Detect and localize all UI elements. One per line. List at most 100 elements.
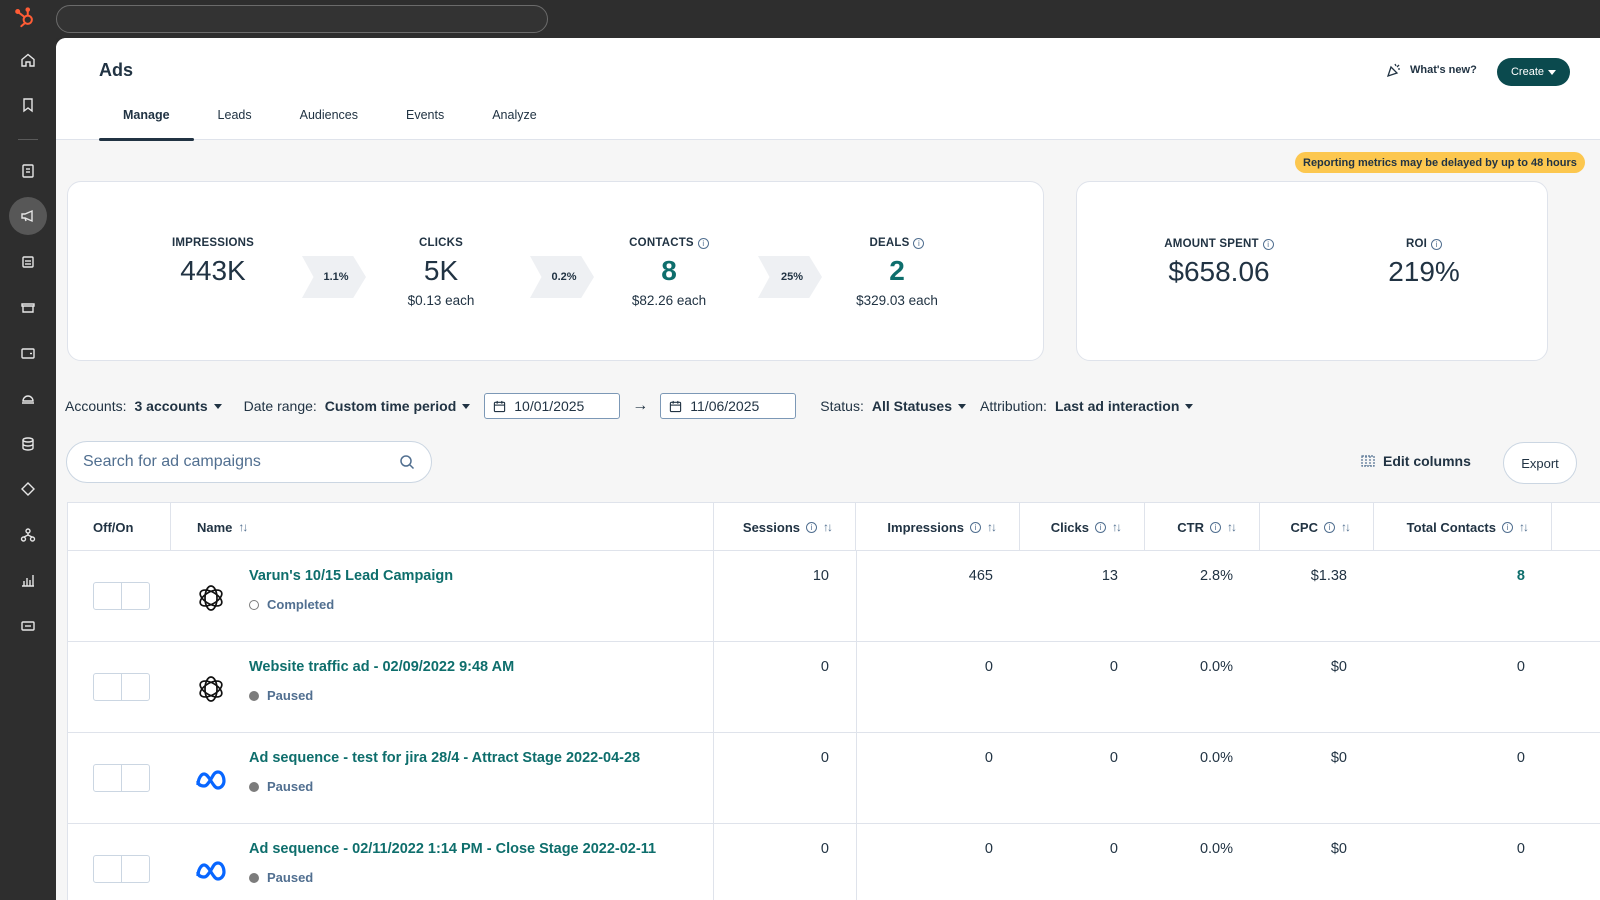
column-header-sessions[interactable]: Sessions i ↑↓ — [714, 503, 856, 551]
create-button[interactable]: Create — [1497, 58, 1570, 86]
end-date-value: 11/06/2025 — [690, 398, 760, 414]
info-icon[interactable]: i — [1324, 521, 1335, 533]
tab-events[interactable]: Events — [382, 102, 468, 140]
info-icon[interactable]: i — [913, 237, 925, 249]
page-title: Ads — [99, 60, 134, 80]
end-date-input[interactable]: 11/06/2025 — [660, 393, 797, 419]
chevron-down-icon — [958, 403, 966, 409]
sort-icon[interactable]: ↑↓ — [1112, 520, 1122, 534]
funnel-metrics-card: IMPRESSIONS 443K 1.1% CLICKS 5K $0.13 ea… — [67, 181, 1044, 361]
campaign-name-link[interactable]: Ad sequence - 02/11/2022 1:14 PM - Close… — [249, 841, 656, 857]
global-search-input[interactable] — [56, 5, 548, 33]
edit-columns-button[interactable]: Edit columns — [1361, 453, 1471, 469]
info-icon[interactable]: i — [970, 521, 981, 533]
tab-manage[interactable]: Manage — [99, 102, 194, 141]
name-cell — [68, 551, 714, 641]
database-icon[interactable] — [9, 425, 47, 463]
whats-new-link[interactable]: What's new? — [1386, 62, 1477, 78]
campaigns-table: Off/On Name ↑↓ Sessions i ↑↓ Impressions i ↑↓… — [67, 502, 1600, 900]
table-header: Off/On Name ↑↓ Sessions i ↑↓ Impressions i ↑↓… — [68, 503, 1600, 551]
sort-icon[interactable]: ↑↓ — [238, 520, 248, 534]
column-header-cpc[interactable]: CPC i ↑↓ — [1260, 503, 1374, 551]
contacts-value[interactable]: 8 — [579, 255, 759, 287]
marketing-megaphone-icon[interactable] — [9, 197, 47, 235]
roi-label: ROI — [1405, 238, 1428, 250]
bookmark-icon[interactable] — [9, 86, 47, 124]
info-icon[interactable]: i — [697, 237, 709, 249]
hubspot-logo-icon[interactable] — [14, 6, 40, 32]
campaign-status: Paused — [249, 870, 313, 885]
info-icon[interactable]: i — [1262, 238, 1274, 250]
info-icon[interactable]: i — [1431, 238, 1443, 250]
start-date-value: 10/01/2025 — [514, 398, 585, 414]
reports-icon[interactable] — [9, 561, 47, 599]
home-icon[interactable] — [9, 41, 47, 79]
workflows-icon[interactable] — [9, 516, 47, 554]
contacts-label: CONTACTS — [629, 237, 694, 249]
table-row[interactable]: Website traffic ad - 02/09/2022 9:48 AM … — [68, 642, 1600, 733]
accounts-filter-dropdown[interactable]: 3 accounts — [134, 398, 222, 414]
service-bell-icon[interactable] — [9, 379, 47, 417]
ctr-value: 2.8% — [1199, 568, 1233, 584]
deals-label: DEALS — [869, 237, 910, 249]
column-header-clicks[interactable]: Clicks i ↑↓ — [1020, 503, 1145, 551]
amount-spent-label: AMOUNT SPENT — [1164, 238, 1259, 250]
filter-bar: Accounts: 3 accounts Date range: Custom … — [65, 393, 1215, 419]
sort-icon[interactable]: ↑↓ — [1227, 520, 1237, 534]
table-row[interactable]: Varun's 10/15 Lead Campaign Completed 10… — [68, 551, 1600, 642]
content-icon[interactable] — [9, 243, 47, 281]
sort-icon[interactable]: ↑↓ — [987, 520, 997, 534]
sort-icon[interactable]: ↑↓ — [1341, 520, 1351, 534]
total-contacts-value[interactable]: 8 — [1517, 568, 1525, 584]
tab-audiences[interactable]: Audiences — [276, 102, 382, 140]
tab-analyze[interactable]: Analyze — [468, 102, 560, 140]
sort-icon[interactable]: ↑↓ — [823, 520, 833, 534]
campaign-toggle[interactable] — [93, 855, 150, 883]
info-icon[interactable]: i — [1210, 521, 1221, 533]
status-filter-dropdown[interactable]: All Statuses — [872, 398, 966, 414]
start-date-input[interactable]: 10/01/2025 — [484, 393, 621, 419]
column-header-name[interactable]: Name ↑↓ — [171, 503, 714, 551]
partner-icon[interactable] — [9, 607, 47, 645]
reporting-delay-badge: Reporting metrics may be delayed by up t… — [1295, 152, 1585, 173]
tab-leads[interactable]: Leads — [194, 102, 276, 140]
wallet-icon[interactable] — [9, 334, 47, 372]
date-range-dropdown[interactable]: Custom time period — [325, 398, 471, 414]
status-dot-icon — [249, 781, 259, 792]
clicks-label: CLICKS — [418, 237, 463, 249]
party-popper-icon — [1386, 63, 1400, 78]
impressions-value: 0 — [984, 659, 993, 675]
tag-icon[interactable] — [9, 470, 47, 508]
campaign-name-link[interactable]: Website traffic ad - 02/09/2022 9:48 AM — [249, 659, 514, 675]
campaign-toggle[interactable] — [93, 673, 150, 701]
total-contacts-label: Total Contacts — [1406, 519, 1496, 535]
table-row[interactable]: Ad sequence - test for jira 28/4 - Attra… — [68, 733, 1600, 824]
campaign-name-link[interactable]: Varun's 10/15 Lead Campaign — [249, 568, 453, 584]
column-header-total-contacts[interactable]: Total Contacts i ↑↓ — [1374, 503, 1552, 551]
column-divider — [856, 551, 857, 900]
search-icon[interactable] — [399, 454, 415, 470]
campaign-toggle[interactable] — [93, 764, 150, 792]
roi-label-wrap: ROI i — [1334, 238, 1514, 250]
left-navigation — [0, 38, 56, 900]
info-icon[interactable]: i — [1095, 521, 1106, 533]
campaign-search-input[interactable]: Search for ad campaigns — [66, 441, 432, 483]
deals-value[interactable]: 2 — [807, 255, 987, 287]
info-icon[interactable]: i — [1502, 521, 1513, 533]
calendar-icon — [494, 400, 506, 412]
openai-icon — [199, 676, 223, 702]
export-button[interactable]: Export — [1503, 442, 1577, 484]
campaign-name-link[interactable]: Ad sequence - test for jira 28/4 - Attra… — [249, 750, 640, 766]
column-header-impressions[interactable]: Impressions i ↑↓ — [856, 503, 1020, 551]
campaign-toggle[interactable] — [93, 582, 150, 610]
contacts-icon[interactable] — [9, 152, 47, 190]
table-row[interactable]: Ad sequence - 02/11/2022 1:14 PM - Close… — [68, 824, 1600, 900]
info-icon[interactable]: i — [806, 521, 817, 533]
chevron-down-icon — [1185, 403, 1194, 409]
column-header-ctr[interactable]: CTR i ↑↓ — [1145, 503, 1260, 551]
commerce-icon[interactable] — [9, 288, 47, 326]
status-label: Completed — [267, 597, 335, 612]
attribution-filter-dropdown[interactable]: Last ad interaction — [1055, 398, 1194, 414]
sort-icon[interactable]: ↑↓ — [1519, 520, 1529, 534]
clicks-value: 5K — [423, 255, 459, 286]
